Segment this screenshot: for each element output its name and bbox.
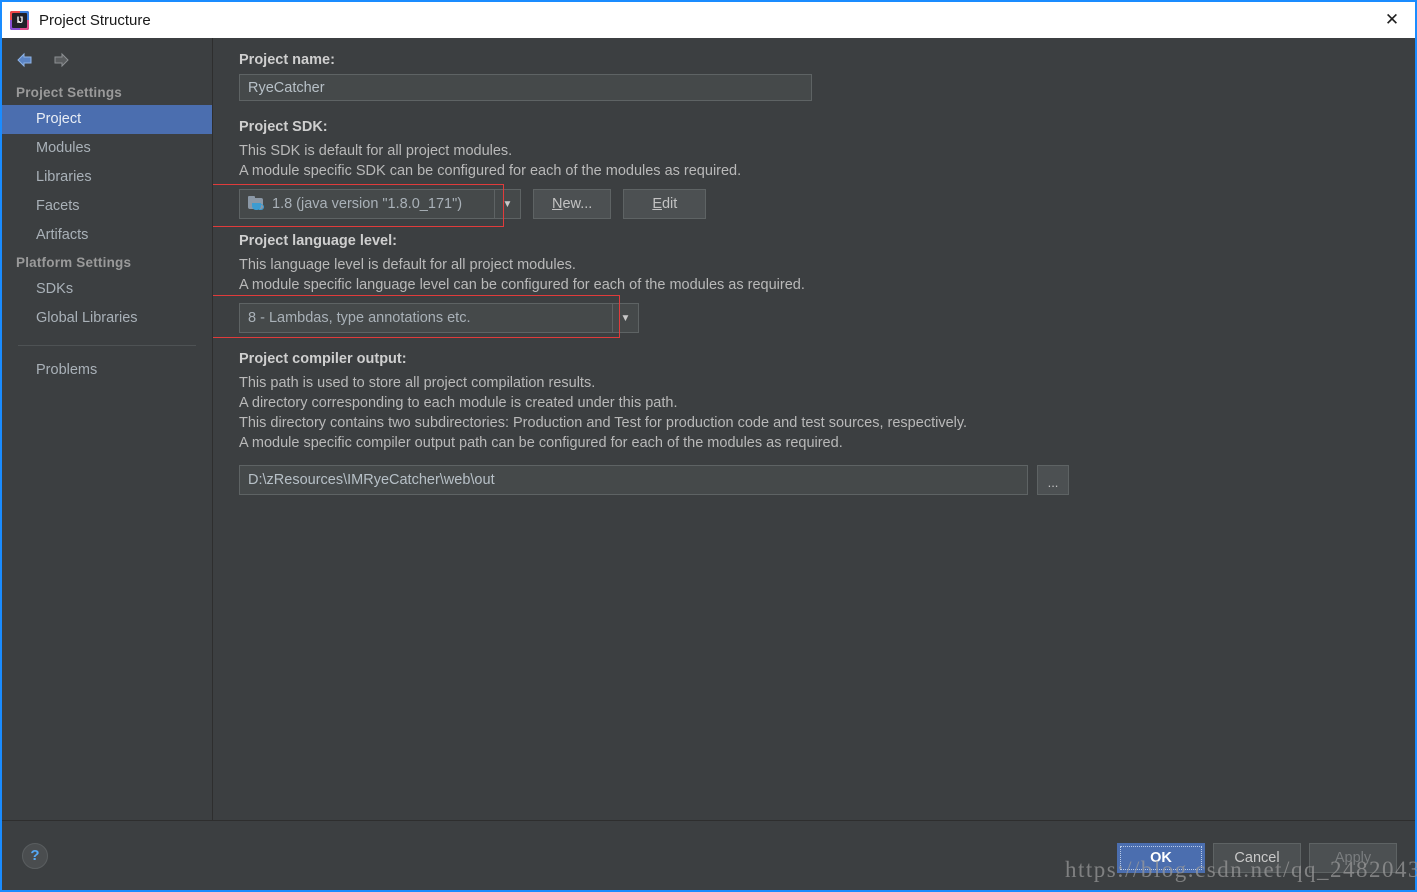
language-level-desc-line1: This language level is default for all p… <box>239 257 576 273</box>
intellij-idea-logo-icon: IJ <box>10 10 29 30</box>
settings-sidebar: Project Settings Project Modules Librari… <box>2 38 213 820</box>
project-sdk-selected-value: 1.8 (java version "1.8.0_171") <box>240 190 494 218</box>
sidebar-item-facets[interactable]: Facets <box>2 192 212 221</box>
sidebar-group-platform-settings: Platform Settings <box>16 255 132 270</box>
sidebar-item-global-libraries[interactable]: Global Libraries <box>2 304 212 333</box>
close-icon[interactable]: ✕ <box>1369 2 1415 38</box>
navigation-arrows <box>2 46 212 80</box>
sidebar-item-libraries[interactable]: Libraries <box>2 163 212 192</box>
language-level-desc-line2: A module specific language level can be … <box>239 277 805 293</box>
language-level-selected-value: 8 - Lambdas, type annotations etc. <box>248 310 471 326</box>
sidebar-item-problems[interactable]: Problems <box>2 356 212 385</box>
title-bar: IJ Project Structure ✕ <box>2 2 1415 38</box>
sidebar-item-artifacts[interactable]: Artifacts <box>2 221 212 250</box>
compiler-output-desc-line1: This path is used to store all project c… <box>239 375 596 391</box>
java-sdk-folder-icon <box>248 195 265 212</box>
project-name-input[interactable]: RyeCatcher <box>239 74 812 101</box>
project-structure-dialog: IJ Project Structure ✕ Project Settings <box>0 0 1417 892</box>
watermark-text: https://blog.csdn.net/qq_24820437 <box>1065 857 1417 882</box>
chevron-down-icon[interactable]: ▼ <box>494 190 520 218</box>
new-sdk-button[interactable]: New... <box>533 189 612 219</box>
project-name-label: Project name: <box>239 52 335 68</box>
chevron-down-icon[interactable]: ▼ <box>612 304 638 332</box>
back-arrow-icon[interactable] <box>14 50 36 70</box>
window-title: Project Structure <box>39 11 151 29</box>
sidebar-item-sdks[interactable]: SDKs <box>2 275 212 304</box>
forward-arrow-icon[interactable] <box>50 50 72 70</box>
project-settings-panel: Project name: RyeCatcher Project SDK: Th… <box>213 38 1415 820</box>
compiler-output-label: Project compiler output: <box>239 351 407 367</box>
sidebar-group-project-settings: Project Settings <box>16 85 122 100</box>
help-icon[interactable]: ? <box>22 842 48 869</box>
sidebar-item-modules[interactable]: Modules <box>2 134 212 163</box>
edit-sdk-button[interactable]: Edit <box>623 189 707 219</box>
new-sdk-rest: ew... <box>562 196 593 212</box>
sidebar-divider <box>18 345 196 346</box>
edit-sdk-mnemonic: E <box>652 196 662 212</box>
project-sdk-value-text: 1.8 (java version "1.8.0_171") <box>272 196 463 212</box>
project-sdk-desc-line2: A module specific SDK can be configured … <box>239 163 742 179</box>
language-level-combobox[interactable]: 8 - Lambdas, type annotations etc. ▼ <box>239 303 639 333</box>
edit-sdk-rest: dit <box>661 196 678 212</box>
new-sdk-mnemonic: N <box>552 196 563 212</box>
project-sdk-label: Project SDK: <box>239 119 328 135</box>
sidebar-item-project[interactable]: Project <box>2 105 212 134</box>
project-sdk-combobox[interactable]: 1.8 (java version "1.8.0_171") ▼ <box>239 189 521 219</box>
compiler-output-desc-line3: This directory contains two subdirectori… <box>239 415 968 431</box>
project-sdk-desc-line1: This SDK is default for all project modu… <box>239 143 513 159</box>
compiler-output-desc-line4: A module specific compiler output path c… <box>239 435 843 451</box>
compiler-output-path-input[interactable]: D:\zResources\IMRyeCatcher\web\out <box>239 465 1028 495</box>
browse-folder-button[interactable]: ... <box>1037 465 1069 495</box>
compiler-output-desc-line2: A directory corresponding to each module… <box>239 395 678 411</box>
language-level-label: Project language level: <box>239 233 397 249</box>
logo-text: IJ <box>12 12 27 28</box>
